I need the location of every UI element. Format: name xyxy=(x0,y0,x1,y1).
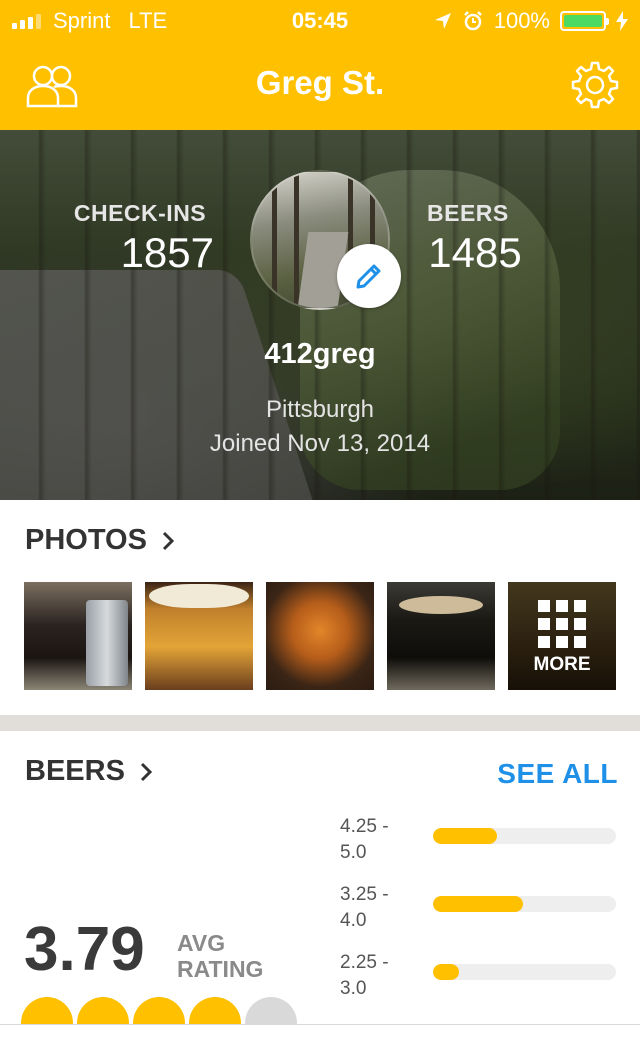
battery-icon xyxy=(560,11,609,31)
location: Pittsburgh xyxy=(265,396,375,423)
rating-bar-track xyxy=(433,964,616,980)
beer-photo-1[interactable] xyxy=(24,582,132,690)
nav-bar: Greg St. xyxy=(0,42,640,130)
rating-distribution-row: 4.25 - 5.0 xyxy=(340,814,620,870)
rating-range-label: 4.25 - 5.0 xyxy=(340,816,389,863)
bottom-edge xyxy=(0,1024,640,1041)
status-bar: Sprint LTE 05:45 100% xyxy=(0,0,640,42)
chevron-right-icon xyxy=(140,762,153,781)
checkins-value: 1857 xyxy=(120,229,214,276)
beers-title: BEERS xyxy=(25,755,125,787)
grid-icon xyxy=(538,600,586,648)
alarm-icon xyxy=(463,11,482,31)
avg-rating-value: 3.79 xyxy=(24,915,145,984)
photos-section-header[interactable]: PHOTOS xyxy=(25,524,175,557)
profile-header: CHECK-INS 1857 BEERS 1485 412greg Pittsb… xyxy=(0,130,640,500)
beers-stat[interactable]: BEERS 1485 xyxy=(410,200,540,277)
checkins-label: CHECK-INS xyxy=(73,200,207,226)
battery-percent: 100% xyxy=(493,8,550,33)
settings-button[interactable] xyxy=(570,60,620,110)
gear-icon xyxy=(571,61,619,109)
avg-rating-label: AVG RATING xyxy=(177,930,264,982)
rating-distribution-row: 3.25 - 4.0 xyxy=(340,882,620,938)
beers-section-header[interactable]: BEERS xyxy=(25,755,153,788)
rating-bar-fill xyxy=(433,896,523,912)
rating-bar-fill xyxy=(433,828,498,844)
see-all-link[interactable]: SEE ALL xyxy=(497,758,618,790)
beer-photo-2[interactable] xyxy=(145,582,253,690)
more-photos-button[interactable]: MORE xyxy=(508,582,616,690)
photos-title: PHOTOS xyxy=(25,524,147,556)
username: 412greg xyxy=(264,338,376,370)
rating-distribution-row: 2.25 - 3.0 xyxy=(340,950,620,1006)
more-label: MORE xyxy=(533,654,591,675)
beer-photo-3[interactable] xyxy=(266,582,374,690)
rating-bar-track xyxy=(433,896,616,912)
chevron-right-icon xyxy=(162,531,175,550)
beers-value: 1485 xyxy=(428,229,522,276)
rating-bar-track xyxy=(433,828,616,844)
checkins-stat[interactable]: CHECK-INS 1857 xyxy=(60,200,220,277)
edit-avatar-button[interactable] xyxy=(337,244,401,308)
rating-range-label: 3.25 - 4.0 xyxy=(340,884,389,931)
beer-photo-4[interactable] xyxy=(387,582,495,690)
pencil-icon xyxy=(356,264,381,289)
section-divider xyxy=(0,715,640,731)
charging-bolt-icon xyxy=(616,11,628,31)
joined-date: Joined Nov 13, 2014 xyxy=(209,430,431,457)
photos-row: MORE xyxy=(24,582,616,690)
rating-bar-fill xyxy=(433,964,459,980)
rating-range-label: 2.25 - 3.0 xyxy=(340,952,389,999)
page-title: Greg St. xyxy=(255,64,385,101)
status-right-group: 100% xyxy=(434,8,628,34)
beers-label: BEERS xyxy=(427,200,509,226)
location-arrow-icon xyxy=(434,13,451,29)
